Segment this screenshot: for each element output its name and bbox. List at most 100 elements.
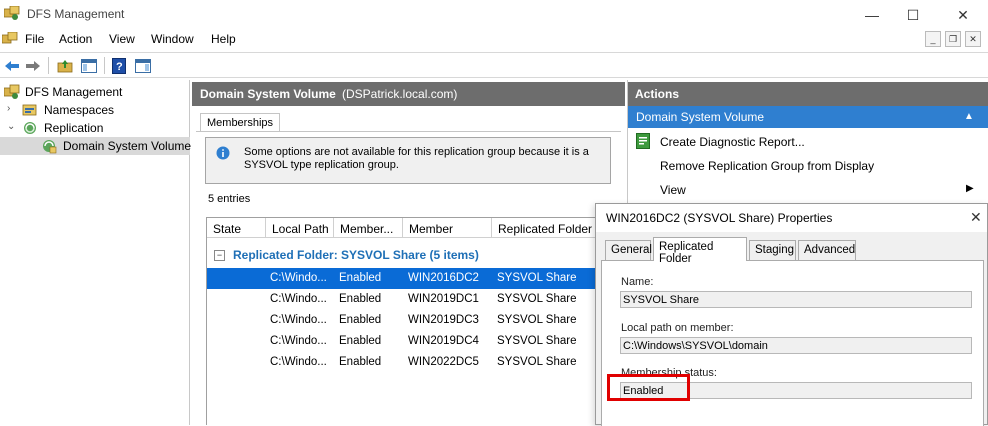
- column-header-membership-status[interactable]: Member...: [334, 218, 403, 238]
- console-tree-icon: [81, 58, 97, 73]
- action-label: Create Diagnostic Report...: [660, 135, 805, 149]
- dialog-close-icon[interactable]: ✕: [970, 209, 982, 226]
- results-pane-title: Domain System Volume: [200, 87, 336, 101]
- tab-general[interactable]: General: [605, 240, 652, 260]
- table-row[interactable]: C:\Windo... Enabled WIN2022DC5 SYSVOL Sh…: [207, 352, 617, 373]
- action-create-diagnostic-report[interactable]: Create Diagnostic Report...: [628, 130, 988, 152]
- tree-item-namespaces[interactable]: › Namespaces: [0, 101, 190, 119]
- replication-icon: [22, 120, 38, 136]
- maximize-button[interactable]: ☐: [890, 0, 936, 30]
- cell-member: WIN2019DC4: [408, 335, 479, 347]
- name-label: Name:: [621, 276, 654, 288]
- minimize-icon: —: [865, 7, 879, 23]
- cell-local-path: C:\Windo...: [270, 293, 327, 305]
- toolbar: ?: [0, 52, 988, 78]
- dfs-app-icon: [3, 5, 20, 20]
- toolbar-separator: [104, 57, 105, 74]
- local-path-label: Local path on member:: [621, 322, 734, 334]
- group-row[interactable]: − Replicated Folder: SYSVOL Share (5 ite…: [207, 246, 617, 264]
- back-button[interactable]: [3, 57, 21, 74]
- table-row[interactable]: C:\Windo... Enabled WIN2019DC4 SYSVOL Sh…: [207, 331, 617, 352]
- cell-member: WIN2022DC5: [408, 356, 479, 368]
- console-tree: DFS Management › Namespaces ⌄ Replicatio…: [0, 80, 191, 425]
- column-header-state[interactable]: State: [207, 218, 266, 238]
- forward-button[interactable]: [24, 57, 42, 74]
- forward-arrow-icon: [26, 60, 40, 71]
- menu-view[interactable]: View: [109, 32, 135, 46]
- up-folder-button[interactable]: [56, 57, 74, 74]
- cell-local-path: C:\Windo...: [270, 272, 327, 284]
- window-title: DFS Management: [27, 7, 125, 21]
- cell-folder: SYSVOL Share: [497, 335, 577, 347]
- show-hide-action-pane-button[interactable]: [134, 57, 152, 74]
- actions-pane-header: Actions: [628, 82, 988, 106]
- highlight-box: [607, 374, 690, 401]
- memberships-grid: State Local Path Member... Member Replic…: [206, 217, 617, 425]
- chevron-down-icon[interactable]: ⌄: [7, 121, 17, 132]
- close-icon: ✕: [969, 33, 977, 44]
- menu-help[interactable]: Help: [211, 32, 236, 46]
- results-pane: Domain System Volume (DSPatrick.local.co…: [192, 80, 625, 425]
- submenu-arrow-icon: ▶: [966, 183, 974, 194]
- action-label: View: [660, 183, 686, 197]
- cell-folder: SYSVOL Share: [497, 314, 577, 326]
- cell-status: Enabled: [339, 314, 382, 326]
- name-field[interactable]: SYSVOL Share: [620, 291, 972, 308]
- help-button[interactable]: ?: [110, 57, 128, 74]
- dfs-management-icon: [3, 84, 20, 100]
- tree-item-replication[interactable]: ⌄ Replication: [0, 119, 190, 137]
- table-row[interactable]: C:\Windo... Enabled WIN2019DC1 SYSVOL Sh…: [207, 289, 617, 310]
- mdi-restore-button[interactable]: ❐: [945, 31, 961, 47]
- close-icon: ✕: [957, 6, 969, 23]
- maximize-icon: ☐: [906, 6, 920, 23]
- show-hide-tree-button[interactable]: [80, 57, 98, 74]
- back-arrow-icon: [5, 60, 19, 71]
- tree-item-label: DFS Management: [25, 85, 123, 99]
- collapse-up-icon[interactable]: ▲: [964, 111, 974, 122]
- tab-advanced[interactable]: Advanced: [798, 240, 856, 260]
- local-path-field[interactable]: C:\Windows\SYSVOL\domain: [620, 337, 972, 354]
- results-pane-header: Domain System Volume (DSPatrick.local.co…: [192, 82, 625, 106]
- mdi-minimize-button[interactable]: _: [925, 31, 941, 47]
- tree-item-dfs-management[interactable]: DFS Management: [0, 83, 190, 101]
- action-view[interactable]: View ▶: [628, 178, 988, 200]
- table-row[interactable]: C:\Windo... Enabled WIN2016DC2 SYSVOL Sh…: [207, 268, 617, 289]
- menu-action[interactable]: Action: [59, 32, 92, 46]
- cell-status: Enabled: [339, 293, 382, 305]
- cell-member: WIN2019DC3: [408, 314, 479, 326]
- tab-memberships[interactable]: Memberships: [200, 113, 280, 132]
- actions-section-label: Domain System Volume: [636, 110, 765, 124]
- minimize-icon: _: [930, 34, 936, 44]
- help-icon: ?: [112, 57, 126, 74]
- cell-status: Enabled: [339, 356, 382, 368]
- collapse-icon[interactable]: −: [214, 250, 225, 261]
- cell-folder: SYSVOL Share: [497, 272, 577, 284]
- tree-item-domain-system-volume[interactable]: Domain System Volume: [0, 137, 191, 155]
- table-row[interactable]: C:\Windo... Enabled WIN2019DC3 SYSVOL Sh…: [207, 310, 617, 331]
- tab-replicated-folder[interactable]: Replicated Folder: [653, 237, 747, 265]
- diagnostic-report-icon: [636, 133, 650, 152]
- info-icon: [216, 146, 230, 163]
- close-button[interactable]: ✕: [940, 0, 986, 30]
- replication-group-icon: [41, 138, 57, 154]
- menu-file[interactable]: File: [25, 32, 44, 46]
- action-remove-replication-group[interactable]: Remove Replication Group from Display: [628, 154, 988, 176]
- tree-item-label: Replication: [44, 121, 104, 135]
- cell-status: Enabled: [339, 272, 382, 284]
- cell-local-path: C:\Windo...: [270, 356, 327, 368]
- dialog-tab-body: Name: SYSVOL Share Local path on member:…: [601, 260, 984, 426]
- action-pane-icon: [135, 58, 151, 73]
- restore-icon: ❐: [948, 33, 958, 44]
- minimize-button[interactable]: —: [849, 0, 895, 30]
- group-label: Replicated Folder: SYSVOL Share (5 items…: [233, 248, 479, 262]
- dialog-title-bar: WIN2016DC2 (SYSVOL Share) Properties ✕: [596, 204, 987, 232]
- column-header-local-path[interactable]: Local Path: [266, 218, 334, 238]
- tab-staging[interactable]: Staging: [749, 240, 796, 260]
- actions-section-header[interactable]: Domain System Volume ▲: [628, 106, 988, 128]
- chevron-right-icon[interactable]: ›: [7, 103, 17, 114]
- menu-window[interactable]: Window: [151, 32, 194, 46]
- mdi-close-button[interactable]: ✕: [965, 31, 981, 47]
- info-text: Some options are not available for this …: [244, 146, 589, 171]
- column-header-member[interactable]: Member: [403, 218, 492, 238]
- folder-up-icon: [57, 59, 73, 72]
